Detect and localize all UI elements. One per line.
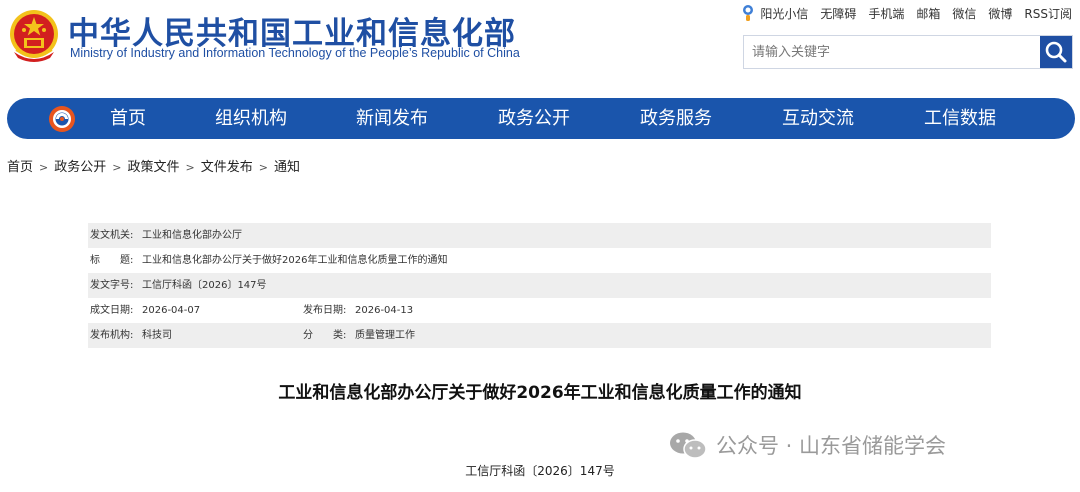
breadcrumb-separator: > bbox=[39, 161, 49, 174]
meta-value: 工业和信息化部办公厅 bbox=[142, 230, 242, 241]
meta-value: 2026-04-07 bbox=[142, 305, 201, 316]
nav-item-home[interactable]: 首页 bbox=[110, 98, 146, 139]
top-link-rss[interactable]: RSS订阅 bbox=[1024, 5, 1072, 22]
search-icon bbox=[1045, 41, 1067, 63]
meta-row-document-number: 发文字号: 工信厅科函〔2026〕147号 bbox=[88, 273, 991, 298]
meta-row-issuer: 发文机关: 工业和信息化部办公厅 bbox=[88, 223, 991, 248]
document-number: 工信厅科函〔2026〕147号 bbox=[465, 464, 615, 478]
search-input[interactable] bbox=[744, 36, 1040, 68]
top-links: 阳光小信 无障碍 手机端 邮箱 微信 微博 RSS订阅 bbox=[740, 4, 1072, 22]
breadcrumb-policy-documents[interactable]: 政策文件 bbox=[127, 160, 179, 175]
meta-label: 发布日期: bbox=[303, 305, 347, 316]
main-nav: 首页 组织机构 新闻发布 政务公开 政务服务 互动交流 工信数据 bbox=[7, 98, 1075, 139]
article-title: 工业和信息化部办公厅关于做好2026年工业和信息化质量工作的通知 bbox=[278, 383, 802, 403]
meta-label: 发文机关: bbox=[90, 230, 134, 241]
breadcrumb-separator: > bbox=[185, 161, 195, 174]
breadcrumb-notice[interactable]: 通知 bbox=[274, 160, 300, 175]
meta-value: 工信厅科函〔2026〕147号 bbox=[142, 280, 267, 291]
breadcrumb-government-affairs[interactable]: 政务公开 bbox=[54, 160, 106, 175]
nav-item-interaction[interactable]: 互动交流 bbox=[782, 98, 854, 139]
breadcrumb-home[interactable]: 首页 bbox=[7, 160, 33, 175]
breadcrumb: 首页 > 政务公开 > 政策文件 > 文件发布 > 通知 bbox=[7, 156, 300, 175]
top-link-mobile[interactable]: 手机端 bbox=[868, 5, 904, 22]
search-button[interactable] bbox=[1040, 36, 1072, 68]
meta-label: 发布机构: bbox=[90, 330, 134, 341]
search-box bbox=[743, 35, 1073, 69]
meta-value: 科技司 bbox=[142, 330, 172, 341]
top-link-mail[interactable]: 邮箱 bbox=[916, 5, 940, 22]
meta-row-dates: 成文日期: 2026-04-07 发布日期: 2026-04-13 bbox=[88, 298, 991, 323]
nav-item-government-affairs[interactable]: 政务公开 bbox=[498, 98, 570, 139]
meta-label: 发文字号: bbox=[90, 280, 134, 291]
top-link-weibo[interactable]: 微博 bbox=[988, 5, 1012, 22]
meta-value: 工业和信息化部办公厅关于做好2026年工业和信息化质量工作的通知 bbox=[142, 255, 448, 266]
wechat-icon bbox=[670, 432, 707, 459]
nav-item-news[interactable]: 新闻发布 bbox=[356, 98, 428, 139]
top-link-sunshine[interactable]: 阳光小信 bbox=[760, 5, 808, 22]
meta-row-title: 标 题: 工业和信息化部办公厅关于做好2026年工业和信息化质量工作的通知 bbox=[88, 248, 991, 273]
breadcrumb-separator: > bbox=[258, 161, 268, 174]
breadcrumb-document-release[interactable]: 文件发布 bbox=[201, 160, 253, 175]
meta-row-organization: 发布机构: 科技司 分 类: 质量管理工作 bbox=[88, 323, 991, 348]
meta-value: 2026-04-13 bbox=[355, 305, 414, 316]
site-subtitle: Ministry of Industry and Information Tec… bbox=[70, 46, 520, 60]
national-emblem-icon[interactable] bbox=[8, 8, 60, 64]
site-header: 中华人民共和国工业和信息化部 Ministry of Industry and … bbox=[0, 0, 1080, 92]
nav-item-services[interactable]: 政务服务 bbox=[640, 98, 712, 139]
meta-label: 标 题: bbox=[90, 255, 134, 266]
document-meta-table: 发文机关: 工业和信息化部办公厅 标 题: 工业和信息化部办公厅关于做好2026… bbox=[88, 223, 991, 348]
meta-value: 质量管理工作 bbox=[355, 330, 415, 341]
top-link-wechat[interactable]: 微信 bbox=[952, 5, 976, 22]
watermark: 公众号 · 山东省储能学会 bbox=[668, 430, 946, 460]
top-link-accessibility[interactable]: 无障碍 bbox=[820, 5, 856, 22]
watermark-text: 公众号 · 山东省储能学会 bbox=[716, 434, 947, 458]
nav-item-data[interactable]: 工信数据 bbox=[924, 98, 996, 139]
meta-label: 成文日期: bbox=[90, 305, 134, 316]
nav-item-organization[interactable]: 组织机构 bbox=[215, 98, 287, 139]
meta-label: 分 类: bbox=[303, 330, 347, 341]
ministry-logo-icon[interactable] bbox=[47, 104, 77, 134]
breadcrumb-separator: > bbox=[112, 161, 122, 174]
sunshine-mascot-icon[interactable] bbox=[740, 4, 756, 22]
